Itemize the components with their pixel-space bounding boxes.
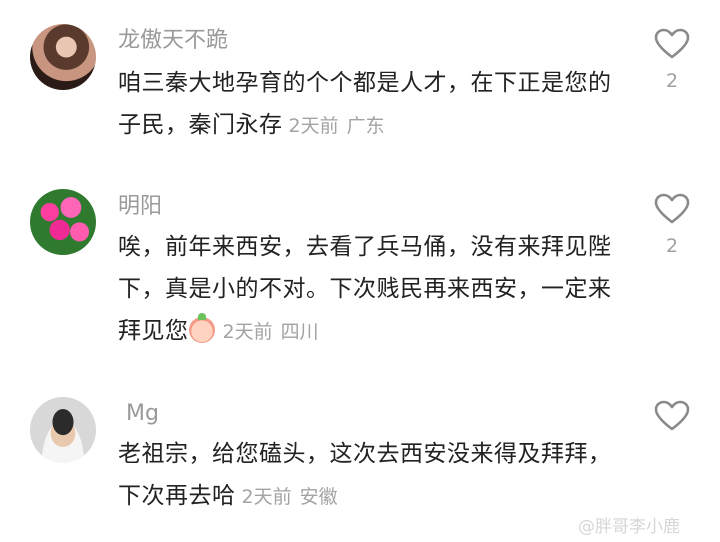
comment-text: 唉，前年来西安，去看了兵马俑，没有来拜见陛下，真是小的不对。下次贱民再来西安，一… [118,226,628,353]
comment-time: 2天前 [288,115,339,137]
comment-text: 咱三秦大地孕育的个个都是人才，在下正是您的子民，秦门永存 2天前 广东 [118,62,628,147]
comment-location: 广东 [346,115,385,137]
like-heart-icon[interactable] [654,400,690,432]
comment-location: 四川 [280,321,319,343]
comment-meta: 2天前 安徽 [242,486,346,508]
like-heart-icon[interactable] [654,193,690,225]
avatar[interactable] [30,397,96,463]
peach-emoji-icon [188,313,215,343]
avatar[interactable] [30,24,96,90]
comment-text-content: 老祖宗，给您磕头，这次去西安没来得及拜拜，下次再去哈 [118,441,612,509]
comment-username[interactable]: 明阳 [118,192,162,222]
comment-text: 老祖宗，给您磕头，这次去西安没来得及拜拜，下次再去哈 2天前 安徽 [118,433,628,518]
comment-meta: 2天前 四川 [223,321,327,343]
like-heart-icon[interactable] [654,28,690,60]
comment-username[interactable]: Mg [126,399,159,429]
watermark: @胖哥李小鹿 [578,517,680,537]
avatar[interactable] [30,189,96,255]
comment-time: 2天前 [222,321,273,343]
comment-meta: 2天前 广东 [289,115,393,137]
like-count: 2 [665,235,679,257]
comment-location: 安徽 [299,486,338,508]
comment-username[interactable]: 龙傲天不跪 [118,26,228,56]
comment-time: 2天前 [241,486,292,508]
like-count: 2 [665,70,679,92]
